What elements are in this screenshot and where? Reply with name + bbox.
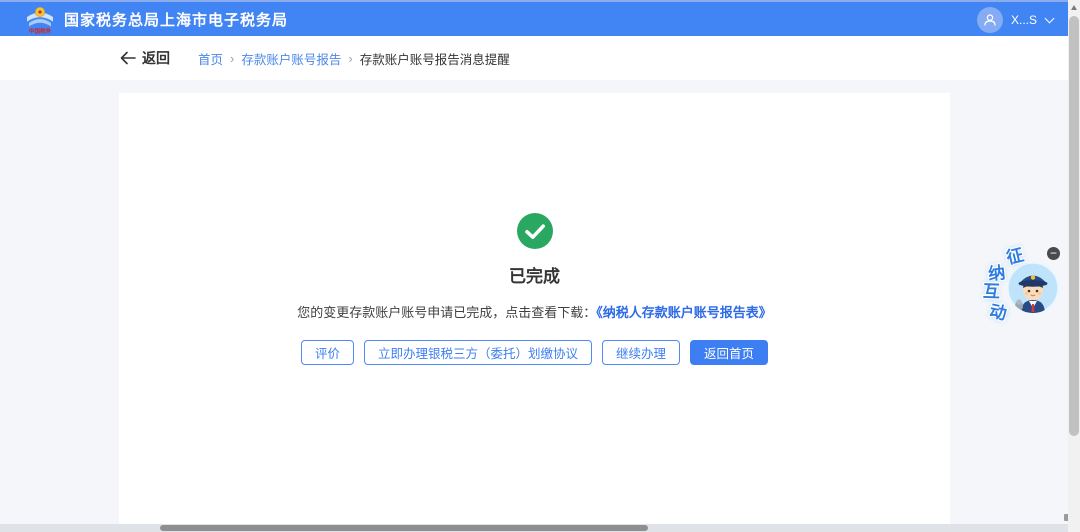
back-to-home-button[interactable]: 返回首页 — [690, 340, 769, 365]
chevron-down-icon[interactable] — [1044, 13, 1055, 23]
vertical-scrollbar[interactable] — [1068, 0, 1080, 532]
breadcrumb-deposit-account-report[interactable]: 存款账户账号报告 — [241, 49, 341, 68]
result-card: 已完成 您的变更存款账户账号申请已完成，点击查看下载：《纳税人存款账户账号报告表… — [119, 93, 950, 524]
status-title: 已完成 — [509, 267, 560, 286]
action-buttons: 评价 立即办理银税三方（委托）划缴协议 继续办理 返回首页 — [300, 340, 769, 365]
widget-minimize-button[interactable]: − — [1047, 247, 1060, 260]
horizontal-scrollbar-thumb[interactable] — [160, 525, 648, 531]
success-check-icon — [516, 213, 553, 249]
widget-char-dong: 动 — [987, 301, 1009, 324]
handle-tripartite-agreement-button[interactable]: 立即办理银税三方（委托）划缴协议 — [363, 340, 592, 365]
breadcrumb-current-page: 存款账户账号报告消息提醒 — [359, 52, 510, 67]
evaluate-button[interactable]: 评价 — [300, 340, 354, 365]
tax-bureau-logo-icon: 中国税务 — [27, 6, 53, 35]
user-name[interactable]: X...S — [1011, 13, 1037, 27]
breadcrumb-separator: › — [348, 50, 353, 66]
breadcrumb-separator: › — [230, 50, 235, 66]
user-avatar[interactable] — [977, 7, 1003, 33]
header-bar: 中国税务 国家税务总局上海市电子税务局 X...S — [0, 0, 1068, 36]
logo-text: 中国税务 — [29, 27, 52, 35]
scroll-up-arrow-icon[interactable] — [1071, 5, 1077, 10]
user-menu[interactable]: X...S — [977, 2, 1055, 38]
vertical-scrollbar-thumb[interactable] — [1069, 16, 1079, 436]
back-button[interactable]: 返回 — [120, 48, 170, 68]
site-title: 国家税务总局上海市电子税务局 — [64, 11, 289, 29]
mascot-avatar[interactable] — [1007, 262, 1059, 314]
download-report-link[interactable]: 《纳税人存款账户账号报告表》 — [596, 305, 772, 320]
result-message: 您的变更存款账户账号申请已完成，点击查看下载：《纳税人存款账户账号报告表》 — [297, 302, 772, 321]
horizontal-scrollbar[interactable] — [0, 524, 1068, 532]
breadcrumb-home[interactable]: 首页 — [198, 49, 223, 68]
result-message-text: 您的变更存款账户账号申请已完成，点击查看下载： — [297, 305, 597, 320]
continue-button[interactable]: 继续办理 — [602, 340, 681, 365]
left-arrow-icon — [120, 51, 136, 65]
breadcrumb-bar: 返回 首页 › 存款账户账号报告 › 存款账户账号报告消息提醒 — [0, 36, 1068, 80]
page: 中国税务 国家税务总局上海市电子税务局 X...S 返回 首页 › 存款账户账号… — [0, 0, 1080, 532]
back-label: 返回 — [142, 50, 170, 66]
person-icon — [984, 14, 996, 26]
breadcrumb: 首页 › 存款账户账号报告 › 存款账户账号报告消息提醒 — [198, 49, 510, 68]
